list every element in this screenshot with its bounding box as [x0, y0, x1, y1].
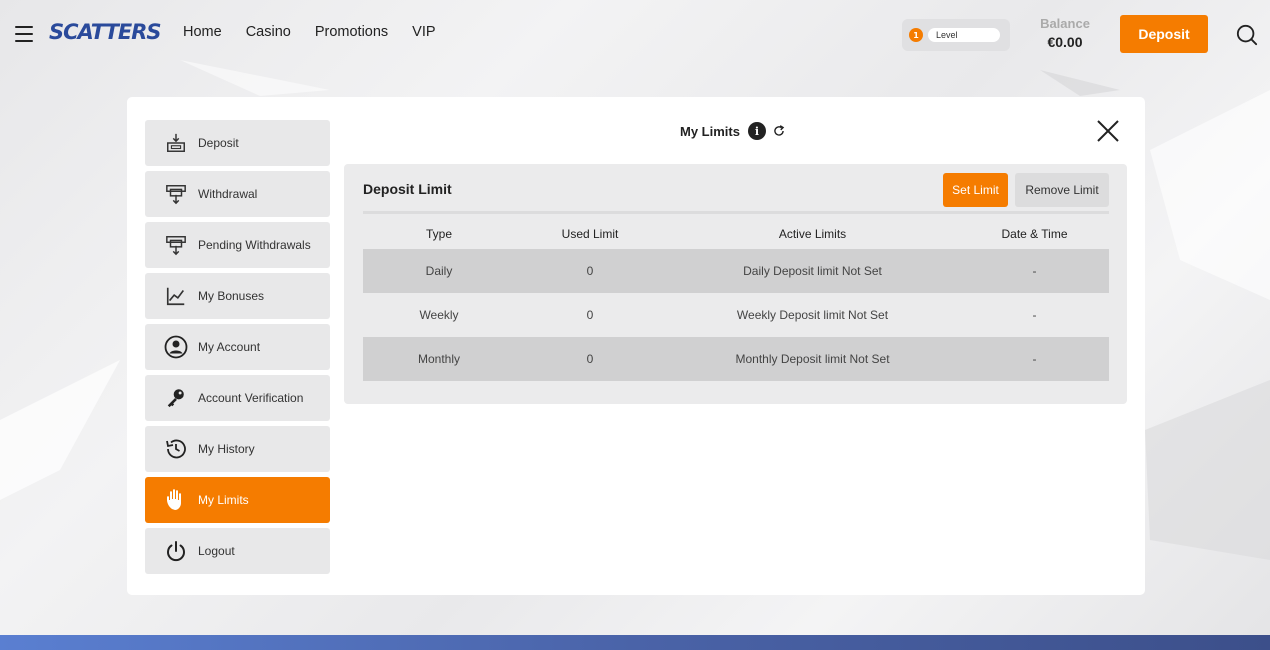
- sidebar-item-label: Pending Withdrawals: [198, 238, 311, 252]
- remove-limit-button[interactable]: Remove Limit: [1015, 173, 1109, 207]
- level-indicator[interactable]: 1 Level: [902, 19, 1010, 51]
- sidebar-item-label: Withdrawal: [198, 187, 258, 201]
- modal-title-bar: My Limits i: [680, 122, 786, 140]
- site-header: SCATTERS Home Casino Promotions VIP 1 Le…: [0, 0, 1270, 66]
- column-header-date-time: Date & Time: [1001, 227, 1068, 241]
- table-cell: -: [960, 249, 1109, 293]
- search-icon[interactable]: [1236, 24, 1258, 46]
- sidebar-item-my-history[interactable]: My History: [145, 426, 330, 472]
- sidebar-item-account-verification[interactable]: Account Verification: [145, 375, 330, 421]
- table-header-row: Type Used Limit Active Limits Date & Tim…: [363, 219, 1109, 249]
- balance-label: Balance: [1040, 16, 1090, 31]
- sidebar-item-withdrawal[interactable]: Withdrawal: [145, 171, 330, 217]
- power-icon: [163, 538, 189, 564]
- table-cell: Monthly Deposit limit Not Set: [665, 337, 960, 381]
- sidebar-item-label: Deposit: [198, 136, 239, 150]
- balance-value: €0.00: [1047, 34, 1083, 50]
- header-deposit-button[interactable]: Deposit: [1120, 15, 1208, 53]
- table-row: Monthly 0 Monthly Deposit limit Not Set …: [363, 337, 1109, 381]
- sidebar-item-pending-withdrawals[interactable]: Pending Withdrawals: [145, 222, 330, 268]
- table-row: Weekly 0 Weekly Deposit limit Not Set -: [363, 293, 1109, 337]
- close-icon[interactable]: [1096, 119, 1120, 143]
- sidebar-item-deposit[interactable]: Deposit: [145, 120, 330, 166]
- footer-strip: [0, 635, 1270, 650]
- account-modal: Deposit Withdrawal Pending Withdrawals M…: [127, 97, 1145, 595]
- sidebar-item-label: Logout: [198, 544, 235, 558]
- nav-promotions[interactable]: Promotions: [315, 24, 388, 40]
- table-cell: Daily Deposit limit Not Set: [665, 249, 960, 293]
- limits-table: Type Used Limit Active Limits Date & Tim…: [363, 219, 1109, 381]
- pending-withdrawals-icon: [163, 232, 189, 258]
- withdrawal-icon: [163, 181, 189, 207]
- table-cell: Weekly Deposit limit Not Set: [736, 308, 889, 322]
- sidebar-item-my-bonuses[interactable]: My Bonuses: [145, 273, 330, 319]
- deposit-limit-panel: Deposit Limit Set Limit Remove Limit Typ…: [344, 164, 1127, 404]
- balance-display: Balance €0.00: [1030, 16, 1100, 50]
- column-header-type: Type: [425, 227, 452, 241]
- hamburger-menu-icon[interactable]: [15, 26, 33, 42]
- panel-title: Deposit Limit: [363, 181, 452, 197]
- sidebar-item-my-limits[interactable]: My Limits: [145, 477, 330, 523]
- nav-vip[interactable]: VIP: [412, 24, 435, 40]
- level-badge: 1: [909, 28, 923, 42]
- modal-title: My Limits: [680, 123, 740, 139]
- account-sidebar: Deposit Withdrawal Pending Withdrawals M…: [145, 120, 330, 579]
- key-icon: [163, 385, 189, 411]
- table-cell: -: [960, 337, 1109, 381]
- sidebar-item-label: My Account: [198, 340, 261, 354]
- sidebar-item-label: Account Verification: [198, 391, 304, 405]
- column-header-active-limits: Active Limits: [778, 227, 847, 241]
- nav-casino[interactable]: Casino: [246, 24, 291, 40]
- table-cell: Weekly: [419, 308, 459, 322]
- chart-line-icon: [163, 283, 189, 309]
- table-cell: Monthly: [363, 337, 515, 381]
- sidebar-item-logout[interactable]: Logout: [145, 528, 330, 574]
- panel-divider: [363, 211, 1109, 214]
- table-cell: Daily: [363, 249, 515, 293]
- sidebar-item-label: My Limits: [198, 493, 249, 507]
- table-row: Daily 0 Daily Deposit limit Not Set -: [363, 249, 1109, 293]
- table-cell: 0: [515, 337, 665, 381]
- sidebar-item-my-account[interactable]: My Account: [145, 324, 330, 370]
- info-icon[interactable]: i: [747, 122, 766, 140]
- nav-home[interactable]: Home: [183, 24, 222, 40]
- table-cell: -: [1032, 308, 1037, 322]
- column-header-used-limit: Used Limit: [561, 227, 619, 241]
- main-nav: Home Casino Promotions VIP: [183, 24, 436, 40]
- refresh-icon[interactable]: [772, 124, 786, 138]
- history-icon: [163, 436, 189, 462]
- table-cell: 0: [586, 308, 594, 322]
- sidebar-item-label: My Bonuses: [198, 289, 265, 303]
- user-circle-icon: [163, 334, 189, 360]
- scatters-logo[interactable]: SCATTERS: [49, 20, 162, 44]
- level-progress-bar: Level: [928, 28, 1000, 42]
- hand-icon: [163, 487, 189, 513]
- deposit-icon: [163, 130, 189, 156]
- sidebar-item-label: My History: [198, 442, 255, 456]
- set-limit-button[interactable]: Set Limit: [943, 173, 1008, 207]
- table-cell: 0: [515, 249, 665, 293]
